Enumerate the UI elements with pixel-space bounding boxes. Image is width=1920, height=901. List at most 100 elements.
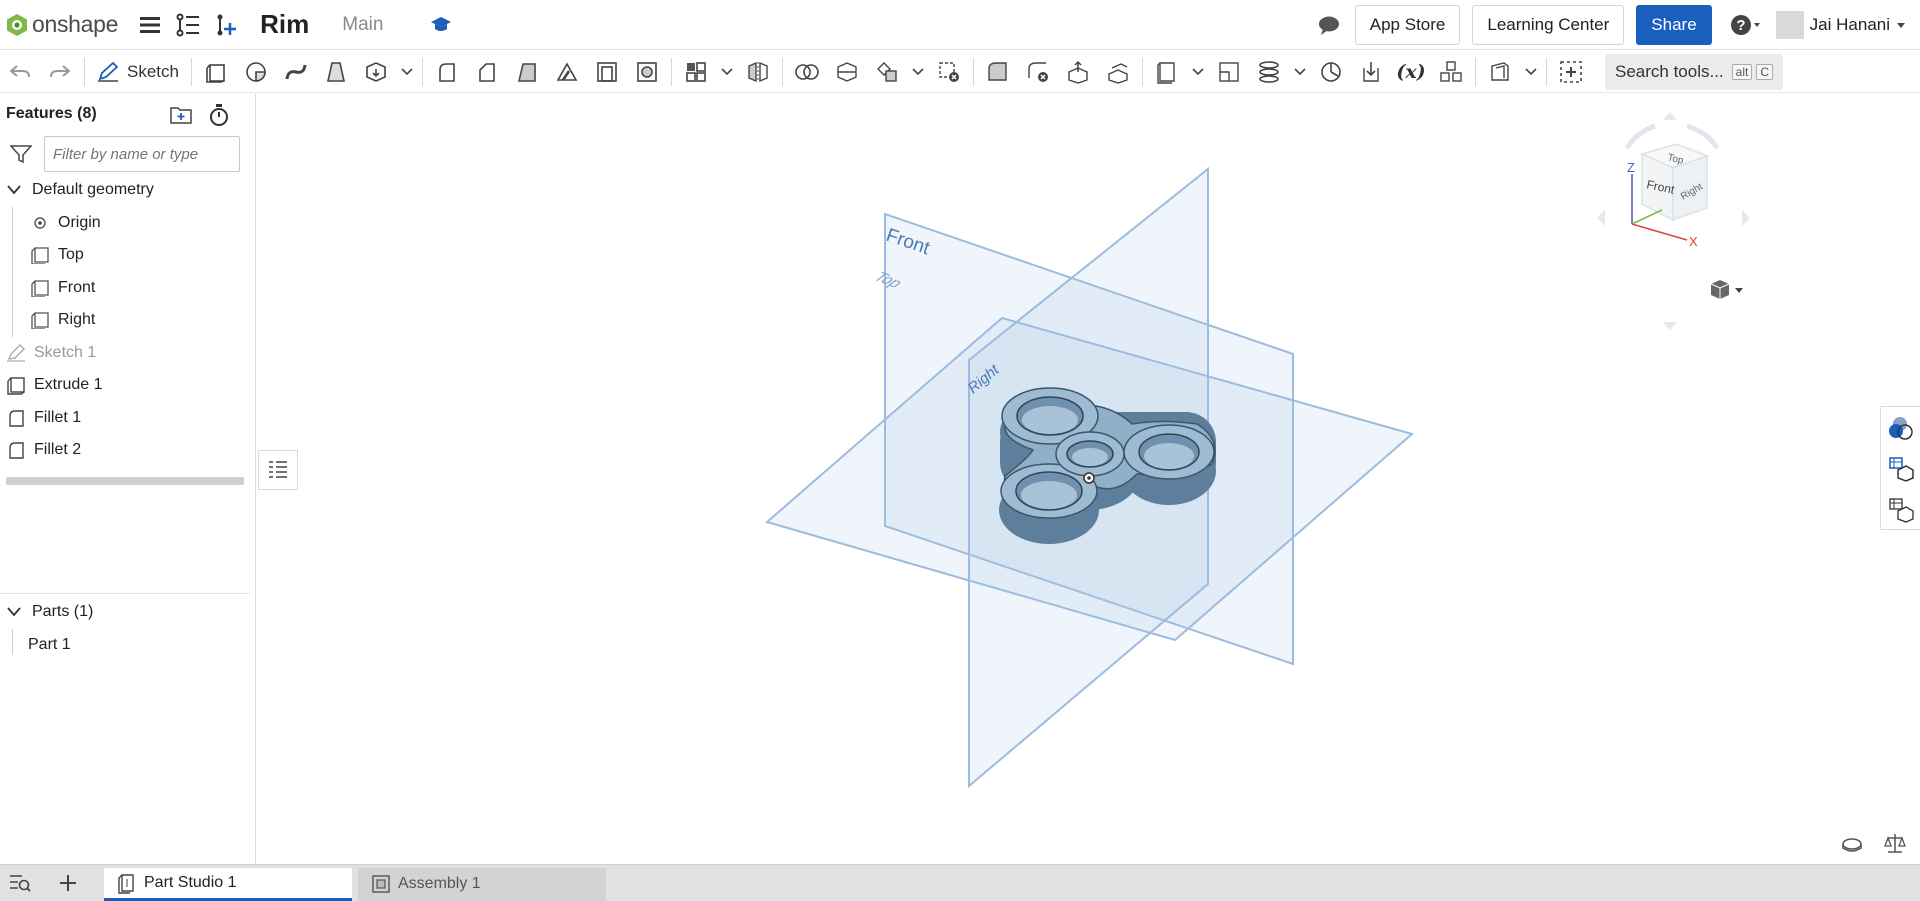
sweep-icon[interactable] [276,54,316,90]
import-icon[interactable] [1351,54,1391,90]
helix-icon[interactable] [1249,54,1289,90]
view-cube-right-arrow[interactable] [1742,210,1750,226]
3d-scene[interactable]: Front Top Right Top Front Right Z X [257,94,1920,864]
variable-icon[interactable]: (x) [1391,54,1431,90]
mass-properties-icon[interactable] [1884,834,1906,853]
user-menu[interactable]: Jai Hanani [1775,11,1906,39]
fillet-icon[interactable] [427,54,467,90]
mirror-icon[interactable] [738,54,778,90]
extrude-icon[interactable] [196,54,236,90]
hole-icon[interactable] [627,54,667,90]
learning-cap-icon[interactable] [427,11,455,39]
branch-name[interactable]: Main [342,14,383,36]
measure-icon[interactable] [1311,54,1351,90]
chevron-down-icon[interactable] [396,54,418,90]
redo-icon[interactable] [40,54,80,90]
share-button[interactable]: Share [1636,5,1712,45]
split-icon[interactable] [827,54,867,90]
plane-icon[interactable] [1147,54,1187,90]
view-cube[interactable]: Top Front Right Z X [1597,112,1750,330]
rib-icon[interactable] [547,54,587,90]
axis-z-label: Z [1627,160,1635,175]
document-title[interactable]: Rim [260,9,309,40]
custom-feature-icon[interactable] [1431,54,1471,90]
chevron-down-icon [1897,23,1905,28]
undo-icon[interactable] [0,54,40,90]
draft-icon[interactable] [507,54,547,90]
feature-item[interactable]: Fillet 1 [0,402,255,435]
section-view-icon[interactable] [1842,838,1862,852]
delete-face-icon[interactable] [1018,54,1058,90]
move-face-icon[interactable] [1058,54,1098,90]
feature-item-label: Fillet 2 [34,441,82,459]
rollback-timer-icon[interactable] [206,102,232,128]
appearance-icon[interactable] [1881,407,1920,448]
feature-list-panel: Features (8) Default geometry Origin Top F… [0,94,256,864]
feature-item[interactable]: Origin [0,206,255,239]
toolbar-divider [190,57,192,86]
graphics-viewport[interactable]: Front Top Right Top Front Right Z X [257,94,1920,864]
feature-item[interactable]: Extrude 1 [0,369,255,402]
filter-icon[interactable] [10,144,32,164]
revolve-icon[interactable] [236,54,276,90]
replace-face-icon[interactable] [1098,54,1138,90]
feature-list-scrollbar[interactable] [6,477,244,485]
loft-icon[interactable] [316,54,356,90]
onshape-logo-icon [7,13,27,36]
view-options-icon[interactable] [1710,280,1743,299]
transform-icon[interactable] [867,54,907,90]
plane-icon [30,278,50,298]
part-item[interactable]: Part 1 [0,629,250,662]
default-geometry-group[interactable]: Default geometry [0,174,255,207]
add-custom-feature-icon[interactable] [1551,54,1591,90]
thicken-icon[interactable] [356,54,396,90]
feature-item[interactable]: Fillet 2 [0,434,255,467]
parts-group[interactable]: Parts (1) [0,596,250,629]
feature-item[interactable]: Top [0,239,255,272]
tab-assembly-1[interactable]: Assembly 1 [358,867,606,901]
app-store-button[interactable]: App Store [1354,5,1461,45]
shell-icon[interactable] [587,54,627,90]
configurations-icon[interactable] [1881,448,1920,489]
chevron-down-icon[interactable] [716,54,738,90]
view-cube-up-arrow[interactable] [1663,112,1677,120]
chevron-down-icon[interactable] [1289,54,1311,90]
origin-marker[interactable] [1083,472,1095,484]
sketch-button[interactable]: Sketch [89,55,187,89]
boolean-icon[interactable] [787,54,827,90]
comments-icon[interactable] [1315,11,1343,39]
chevron-down-icon[interactable] [907,54,929,90]
filter-input[interactable] [44,136,240,172]
feature-item[interactable]: Front [0,271,255,304]
feature-item[interactable]: Right [0,304,255,337]
onshape-logo[interactable]: onshape [6,11,118,38]
modify-fillet-icon[interactable] [978,54,1018,90]
axis-x-label: X [1689,234,1698,249]
bom-icon[interactable] [1881,489,1920,530]
chevron-down-icon[interactable] [1520,54,1542,90]
add-folder-icon[interactable] [168,102,194,128]
view-cube-down-arrow[interactable] [1663,322,1677,330]
tab-manager-icon[interactable] [0,865,40,901]
chevron-down-icon[interactable] [6,184,22,196]
search-tools-input[interactable]: Search tools... alt C [1604,53,1784,90]
menu-icon[interactable] [136,11,164,39]
sketch-icon [6,343,26,363]
delete-part-icon[interactable] [929,54,969,90]
toolbar-divider [1545,57,1547,86]
pattern-icon[interactable] [676,54,716,90]
chamfer-icon[interactable] [467,54,507,90]
default-geometry-label: Default geometry [32,181,154,199]
view-cube-left-arrow[interactable] [1597,210,1605,226]
version-graph-icon[interactable] [174,11,202,39]
learning-center-button[interactable]: Learning Center [1472,5,1625,45]
feature-item[interactable]: Sketch 1 [0,337,255,370]
help-icon[interactable]: ? [1728,11,1764,39]
chevron-down-icon[interactable] [6,606,22,618]
sheet-metal-icon[interactable] [1480,54,1520,90]
add-tab-icon[interactable] [48,865,88,901]
insert-workspace-icon[interactable] [212,11,240,39]
sketch-plane-icon[interactable] [1209,54,1249,90]
chevron-down-icon[interactable] [1187,54,1209,90]
tab-part-studio-1[interactable]: Part Studio 1 [104,867,352,901]
